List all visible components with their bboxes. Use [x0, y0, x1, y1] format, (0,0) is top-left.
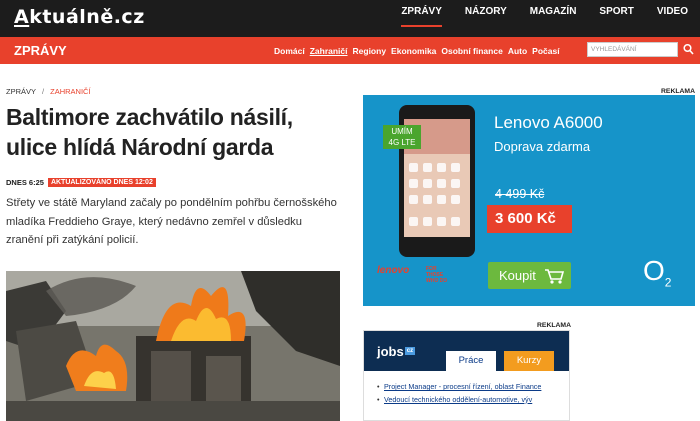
search-icon[interactable]	[683, 43, 694, 56]
job-link[interactable]: Project Manager - procesní řízení, oblas…	[377, 382, 569, 392]
jobs-list: Project Manager - procesní řízení, oblas…	[377, 382, 569, 407]
lenovo-ad-banner[interactable]: UMÍM 4G LTE Lenovo A6000 Doprava zdarma 4…	[363, 95, 695, 306]
cart-icon	[545, 269, 565, 284]
section-nav-domaci[interactable]: Domácí	[274, 46, 305, 56]
ad-old-price: 4 499 Kč	[495, 187, 545, 201]
breadcrumb-current[interactable]: ZAHRANIČÍ	[50, 87, 90, 96]
job-link[interactable]: Vedoucí technického oddělení-automotive,…	[377, 395, 569, 405]
section-nav-regiony[interactable]: Regiony	[353, 46, 387, 56]
top-navigation-bar: Aktuálně.cz ZPRÁVY NÁZORY MAGAZÍN SPORT …	[0, 0, 700, 37]
breadcrumb-root[interactable]: ZPRÁVY	[6, 87, 36, 96]
lte-badge: UMÍM 4G LTE	[383, 125, 421, 149]
lenovo-logo: lenovo	[377, 265, 410, 276]
ad-label-jobs: REKLAMA	[537, 322, 571, 329]
jobs-header: jobs cz Práce Kurzy	[364, 331, 569, 371]
breadcrumb: ZPRÁVY / ZAHRANIČÍ	[6, 87, 91, 96]
top-nav-sport[interactable]: SPORT	[599, 0, 633, 37]
tab-prace[interactable]: Práce	[446, 351, 496, 371]
section-nav-pocasi[interactable]: Počasí	[532, 46, 559, 56]
section-nav-ekonomika[interactable]: Ekonomika	[391, 46, 436, 56]
section-title[interactable]: ZPRÁVY	[14, 43, 67, 58]
article-photo[interactable]	[6, 271, 340, 421]
ad-shipping: Doprava zdarma	[494, 139, 591, 154]
ad-label: REKLAMA	[661, 88, 695, 95]
ad-price: 3 600 Kč	[495, 210, 556, 227]
section-nav-auto[interactable]: Auto	[508, 46, 527, 56]
o2-logo: O2	[643, 255, 672, 290]
jobs-ad-widget: jobscz Práce Kurzy Project Manager - pro…	[363, 330, 570, 421]
top-nav-nazory[interactable]: NÁZORY	[465, 0, 507, 37]
updated-badge: AKTUALIZOVÁNO DNES 12:02	[47, 178, 156, 187]
lenovo-tagline: FOR THOSE WHO DO	[426, 266, 448, 284]
section-nav: Domácí Zahraničí Regiony Ekonomika Osobn…	[274, 37, 565, 64]
article-meta: DNES 6:25 AKTUALIZOVÁNO DNES 12:02	[6, 178, 156, 187]
top-nav-zpravy[interactable]: ZPRÁVY	[401, 0, 442, 37]
article-perex: Střety ve státě Maryland začaly po pondě…	[6, 197, 337, 246]
site-logo[interactable]: Aktuálně.cz	[14, 6, 145, 28]
ad-product-name: Lenovo A6000	[494, 113, 603, 132]
article-title: Baltimore zachvátilo násilí, ulice hlídá…	[6, 104, 293, 160]
top-nav: ZPRÁVY NÁZORY MAGAZÍN SPORT VIDEO	[378, 0, 700, 37]
article-time: DNES 6:25	[6, 178, 44, 187]
breadcrumb-separator: /	[42, 87, 45, 96]
section-nav-osobni-finance[interactable]: Osobní finance	[441, 46, 502, 56]
section-nav-zahranici[interactable]: Zahraničí	[310, 46, 348, 56]
top-nav-magazin[interactable]: MAGAZÍN	[530, 0, 577, 37]
search-input[interactable]: VYHLEDÁVÁNÍ	[587, 42, 678, 57]
top-nav-video[interactable]: VIDEO	[657, 0, 688, 37]
burning-van-image	[6, 271, 340, 421]
jobs-logo[interactable]: jobs cz	[377, 344, 416, 359]
tab-kurzy[interactable]: Kurzy	[504, 351, 554, 371]
